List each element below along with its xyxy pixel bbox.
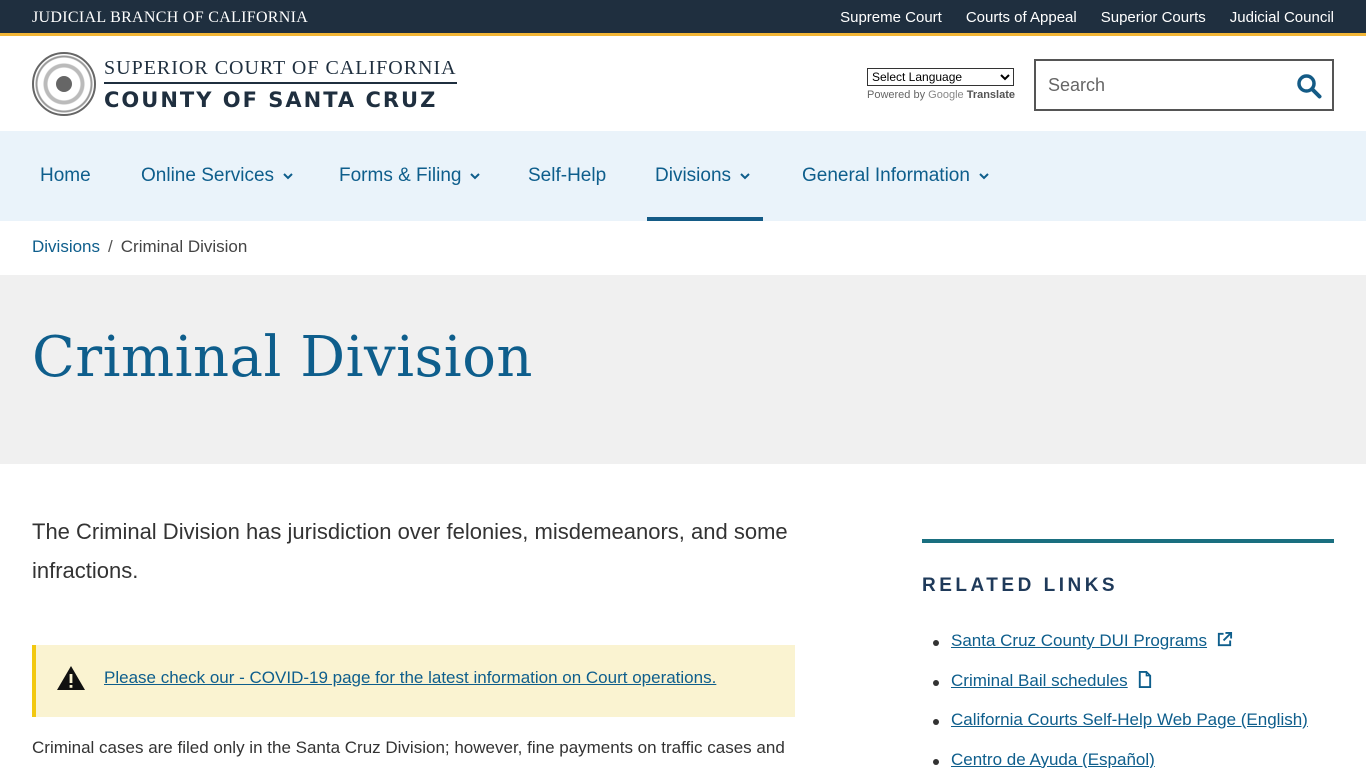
- covid-alert-link[interactable]: Please check our - COVID-19 page for the…: [104, 668, 716, 688]
- chevron-down-icon: [470, 173, 481, 180]
- chevron-down-icon: [979, 173, 989, 180]
- body-paragraph: Criminal cases are filed only in the San…: [32, 738, 785, 757]
- top-link-superior-courts[interactable]: Superior Courts: [1101, 9, 1206, 26]
- page-title: Criminal Division: [32, 325, 533, 390]
- nav-label: Home: [40, 165, 91, 186]
- breadcrumb: Divisions / Criminal Division: [32, 237, 247, 257]
- language-select[interactable]: Select Language: [867, 68, 1014, 86]
- document-icon: [1139, 670, 1152, 688]
- related-link-self-help-english[interactable]: California Courts Self-Help Web Page (En…: [951, 710, 1308, 729]
- court-seal-logo[interactable]: [32, 52, 96, 116]
- breadcrumb-divisions-link[interactable]: Divisions: [32, 237, 100, 256]
- list-item: Criminal Bail schedules: [922, 670, 1334, 711]
- related-link-dui-programs[interactable]: Santa Cruz County DUI Programs: [951, 631, 1207, 650]
- court-title-line1: SUPERIOR COURT OF CALIFORNIA: [104, 57, 457, 84]
- related-links-heading: RELATED LINKS: [922, 575, 1119, 596]
- intro-paragraph: The Criminal Division has jurisdiction o…: [32, 519, 788, 583]
- google-logo[interactable]: Google: [928, 89, 963, 101]
- powered-by-google: Powered by Google Translate: [867, 89, 1016, 101]
- page-hero: Criminal Division: [0, 275, 1366, 464]
- nav-label: Divisions: [655, 165, 732, 186]
- translate-link[interactable]: Translate: [967, 89, 1015, 101]
- chevron-down-icon: [283, 173, 293, 180]
- related-link-centro-de-ayuda[interactable]: Centro de Ayuda (Español): [951, 750, 1155, 768]
- covid-alert: Please check our - COVID-19 page for the…: [32, 645, 795, 717]
- nav-label: Forms & Filing: [339, 165, 462, 186]
- nav-item-online-services[interactable]: Online Services: [141, 131, 294, 221]
- external-link-icon: [1217, 631, 1232, 647]
- top-link-courts-of-appeal[interactable]: Courts of Appeal: [966, 9, 1077, 26]
- list-item: Centro de Ayuda (Español): [922, 750, 1334, 768]
- breadcrumb-current: Criminal Division: [120, 237, 248, 256]
- nav-item-divisions[interactable]: Divisions: [646, 131, 764, 221]
- chevron-down-icon: [740, 173, 750, 180]
- search-box: [1034, 59, 1334, 111]
- search-input[interactable]: [1048, 73, 1278, 97]
- search-icon[interactable]: [1296, 73, 1322, 99]
- nav-item-general-information[interactable]: General Information: [802, 131, 990, 221]
- court-title-logo[interactable]: SUPERIOR COURT OF CALIFORNIA COUNTY OF S…: [104, 57, 457, 112]
- nav-item-self-help[interactable]: Self-Help: [528, 131, 606, 221]
- top-links: Supreme Court Courts of Appeal Superior …: [840, 9, 1334, 26]
- judicial-branch-bar: JUDICIAL BRANCH OF CALIFORNIA Supreme Co…: [0, 0, 1366, 36]
- top-link-judicial-council[interactable]: Judicial Council: [1230, 9, 1334, 26]
- list-item: Santa Cruz County DUI Programs: [922, 631, 1334, 671]
- nav-label: General Information: [802, 165, 970, 186]
- related-links-panel: RELATED LINKS Santa Cruz County DUI Prog…: [922, 539, 1334, 768]
- breadcrumb-separator: /: [108, 237, 113, 256]
- nav-item-forms-filing[interactable]: Forms & Filing: [339, 131, 481, 221]
- main-nav: Home Online Services Forms & Filing Self…: [0, 131, 1366, 221]
- nav-label: Online Services: [141, 165, 275, 186]
- nav-label: Self-Help: [528, 165, 607, 186]
- warning-icon: [57, 666, 85, 690]
- related-links-list: Santa Cruz County DUI Programs Criminal …: [922, 631, 1334, 768]
- list-item: California Courts Self-Help Web Page (En…: [922, 710, 1334, 750]
- judicial-branch-brand[interactable]: JUDICIAL BRANCH OF CALIFORNIA: [32, 9, 308, 27]
- court-title-line2: COUNTY OF SANTA CRUZ: [104, 88, 438, 112]
- related-link-bail-schedules[interactable]: Criminal Bail schedules: [951, 671, 1128, 690]
- top-link-supreme-court[interactable]: Supreme Court: [840, 9, 942, 26]
- nav-item-home[interactable]: Home: [40, 131, 91, 221]
- site-header: SUPERIOR COURT OF CALIFORNIA COUNTY OF S…: [0, 39, 1366, 131]
- google-translate-widget: Select Language Powered by Google Transl…: [867, 68, 1015, 101]
